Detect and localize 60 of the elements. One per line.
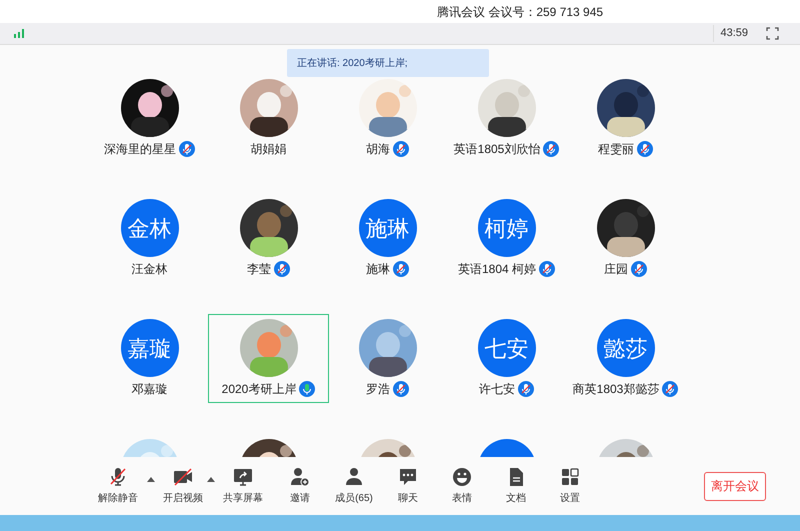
toolbar-button[interactable]: 共享屏幕 — [220, 466, 266, 506]
participant-name: 罗浩 — [366, 381, 390, 398]
participant-tile[interactable]: 英语1805刘欣怡 — [447, 77, 566, 163]
participant-name: 商英1803郑懿莎 — [572, 381, 660, 398]
avatar: 懿莎 — [596, 319, 654, 377]
participant-name: 许七安 — [479, 381, 515, 398]
caret-icon[interactable] — [207, 476, 215, 482]
participant-tile[interactable]: 庄园 — [566, 194, 685, 283]
window-title: 腾讯会议 会议号：259 713 945 — [437, 4, 604, 20]
person-icon — [343, 466, 365, 488]
participant-name: 2020考研上岸 — [222, 381, 296, 398]
toolbar-button[interactable]: 设置 — [547, 466, 593, 506]
participant-tile[interactable]: 深海里的星星 — [90, 77, 209, 163]
toolbar-button[interactable]: 聊天 — [385, 466, 431, 506]
camera-muted-icon — [172, 466, 194, 488]
participant-tile[interactable]: 程雯丽 — [566, 77, 685, 163]
participant-tile[interactable]: 施琳 施琳 — [328, 194, 447, 283]
toolbar-button[interactable]: 表情 — [439, 466, 485, 506]
participant-name: 施琳 — [366, 261, 390, 278]
toolbar-button[interactable]: 成员(65) — [331, 466, 377, 506]
grid-icon — [559, 466, 581, 488]
participant-tile[interactable]: 罗浩 — [328, 314, 447, 403]
avatar: 七安 — [478, 319, 536, 377]
participant-tile[interactable]: 嘉璇 邓嘉璇 — [90, 314, 209, 403]
chat-icon — [397, 466, 419, 488]
caret-icon[interactable] — [146, 476, 154, 482]
toolbar-button[interactable]: 开启视频 — [160, 466, 206, 506]
toolbar-button[interactable]: 邀请 — [277, 466, 323, 506]
toolbar-button[interactable]: 文档 — [493, 466, 539, 506]
participant-name: 英语1805刘欣怡 — [454, 141, 540, 158]
leave-meeting-button[interactable]: 离开会议 — [704, 472, 766, 500]
participant-name: 程雯丽 — [598, 141, 634, 158]
participant-tile[interactable]: 李莹 — [209, 194, 328, 283]
participant-tile[interactable]: 柯婷 英语1804 柯婷 — [447, 194, 566, 283]
participant-name: 胡海 — [366, 141, 390, 158]
smiley-icon — [451, 466, 473, 488]
avatar: 嘉璇 — [120, 319, 178, 377]
screen-share-icon — [232, 466, 254, 488]
participant-tile[interactable]: 七安 许七安 — [447, 314, 566, 403]
speaking-banner: 正在讲话: 2020考研上岸; — [287, 49, 489, 77]
participant-tile[interactable]: 2020考研上岸 — [208, 314, 329, 403]
meeting-timer: 43:59 — [713, 25, 754, 42]
participant-name: 汪金林 — [132, 261, 168, 278]
participant-name: 邓嘉璇 — [132, 381, 168, 398]
participant-name: 英语1804 柯婷 — [458, 261, 536, 278]
participant-name: 深海里的星星 — [104, 141, 176, 158]
participant-name: 李莹 — [247, 261, 271, 278]
participant-tile[interactable]: 懿莎 商英1803郑懿莎 — [566, 314, 685, 403]
participant-tile[interactable]: 胡海 — [328, 77, 447, 163]
add-person-icon — [289, 466, 311, 488]
participant-name: 庄园 — [604, 261, 628, 278]
toolbar-button[interactable]: 解除静音 — [95, 466, 141, 506]
signal-icon — [14, 29, 24, 38]
avatar: 施琳 — [358, 199, 416, 257]
participant-tile[interactable]: 胡娟娟 — [209, 77, 328, 163]
participant-tile[interactable]: 金林 汪金林 — [90, 194, 209, 283]
fullscreen-icon[interactable] — [766, 27, 779, 40]
avatar: 金林 — [120, 199, 178, 257]
participant-name: 胡娟娟 — [250, 141, 286, 158]
avatar: 柯婷 — [478, 199, 536, 257]
